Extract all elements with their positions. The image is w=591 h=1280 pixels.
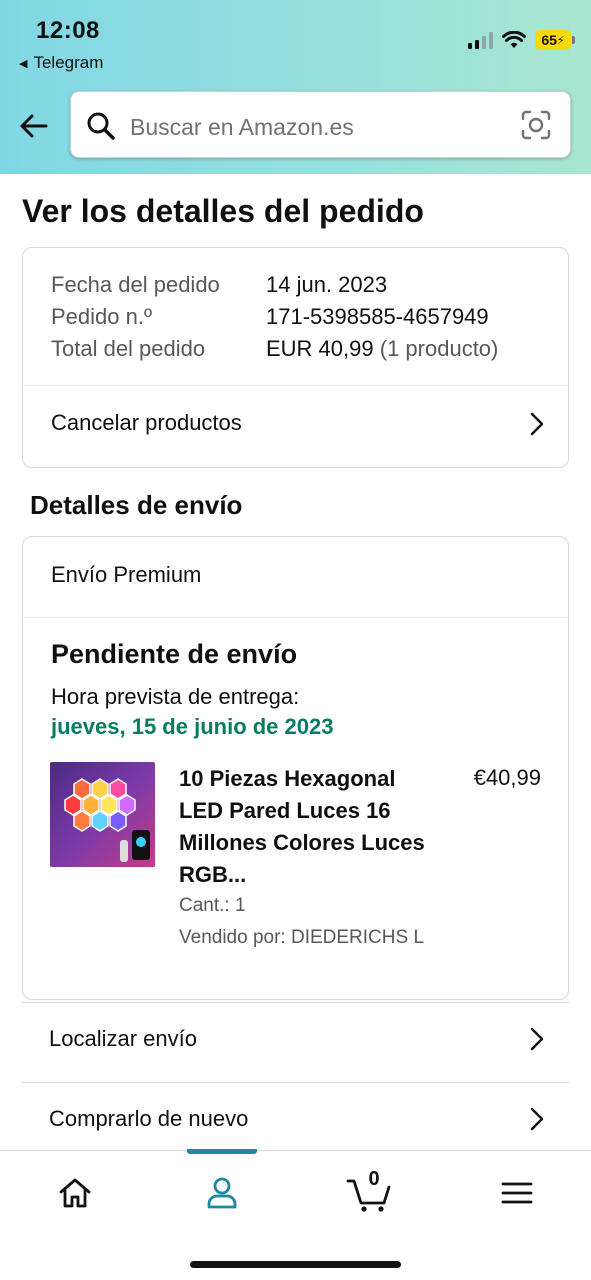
- status-time: 12:08: [36, 17, 100, 44]
- product-price: €40,99: [473, 765, 541, 790]
- battery-icon: 65 ⚡: [535, 30, 575, 50]
- order-date-value: 14 jun. 2023: [266, 272, 388, 297]
- search-icon: [87, 112, 115, 140]
- menu-icon[interactable]: [497, 1173, 537, 1213]
- wifi-icon: [502, 31, 526, 48]
- order-total-label: Total del pedido: [51, 336, 206, 361]
- camera-scan-icon[interactable]: [520, 109, 552, 141]
- delivery-eta-date: jueves, 15 de junio de 2023: [51, 714, 334, 739]
- shipping-type: Envío Premium: [51, 562, 202, 587]
- cancel-products-link[interactable]: Cancelar productos: [51, 410, 242, 436]
- chevron-right-icon[interactable]: [527, 1026, 547, 1052]
- status-icons: 65 ⚡: [468, 30, 575, 50]
- shipment-card: Envío Premium Pendiente de envío Hora pr…: [22, 536, 569, 1000]
- order-number-value: 171-5398585-4657949: [266, 304, 489, 329]
- order-total-items: (1 producto): [379, 336, 499, 361]
- battery-level: 65: [541, 32, 557, 48]
- list-divider: [22, 1082, 569, 1083]
- order-number-label: Pedido n.º: [51, 304, 152, 329]
- product-title-link[interactable]: 10 Piezas Hexagonal LED Pared Luces 16 M…: [179, 763, 429, 891]
- delivery-eta-label: Hora prevista de entrega:: [51, 684, 300, 709]
- app-header: 12:08 ◀ Telegram 65 ⚡ Buscar en Amazon.es: [0, 0, 591, 174]
- active-tab-indicator: [187, 1149, 257, 1154]
- card-divider: [23, 385, 568, 386]
- cart-button[interactable]: 0: [346, 1168, 394, 1213]
- back-arrow-icon[interactable]: [16, 108, 52, 144]
- account-icon[interactable]: [202, 1173, 242, 1213]
- buy-again-link[interactable]: Comprarlo de nuevo: [49, 1106, 248, 1132]
- shipment-status: Pendiente de envío: [51, 639, 298, 669]
- card-divider: [23, 617, 568, 618]
- search-bar[interactable]: Buscar en Amazon.es: [70, 91, 571, 158]
- track-shipment-link[interactable]: Localizar envío: [49, 1026, 197, 1052]
- product-quantity: Cant.: 1: [179, 895, 246, 916]
- home-icon[interactable]: [55, 1173, 95, 1213]
- cellular-signal-icon: [468, 31, 493, 49]
- cart-count: 0: [368, 1168, 380, 1190]
- chevron-right-icon[interactable]: [527, 1106, 547, 1132]
- home-indicator[interactable]: [190, 1261, 401, 1268]
- back-triangle-icon: ◀: [19, 57, 28, 70]
- product-seller: Vendido por: DIEDERICHS L: [179, 927, 425, 948]
- list-divider: [22, 1002, 569, 1003]
- order-total-value: EUR 40,99 (1 producto): [266, 336, 498, 362]
- product-image[interactable]: [50, 762, 155, 867]
- bottom-tab-bar: 0: [0, 1149, 591, 1280]
- order-date-label: Fecha del pedido: [51, 272, 220, 297]
- back-to-app-link[interactable]: ◀ Telegram: [19, 53, 103, 73]
- page-title: Ver los detalles del pedido: [22, 193, 424, 229]
- back-app-label: Telegram: [33, 53, 104, 72]
- order-summary-card: Fecha del pedido 14 jun. 2023 Pedido n.º…: [22, 247, 569, 468]
- search-input[interactable]: Buscar en Amazon.es: [130, 114, 354, 141]
- chevron-right-icon[interactable]: [527, 411, 547, 437]
- order-total-amount: EUR 40,99: [266, 336, 374, 361]
- shipping-section-title: Detalles de envío: [30, 490, 243, 520]
